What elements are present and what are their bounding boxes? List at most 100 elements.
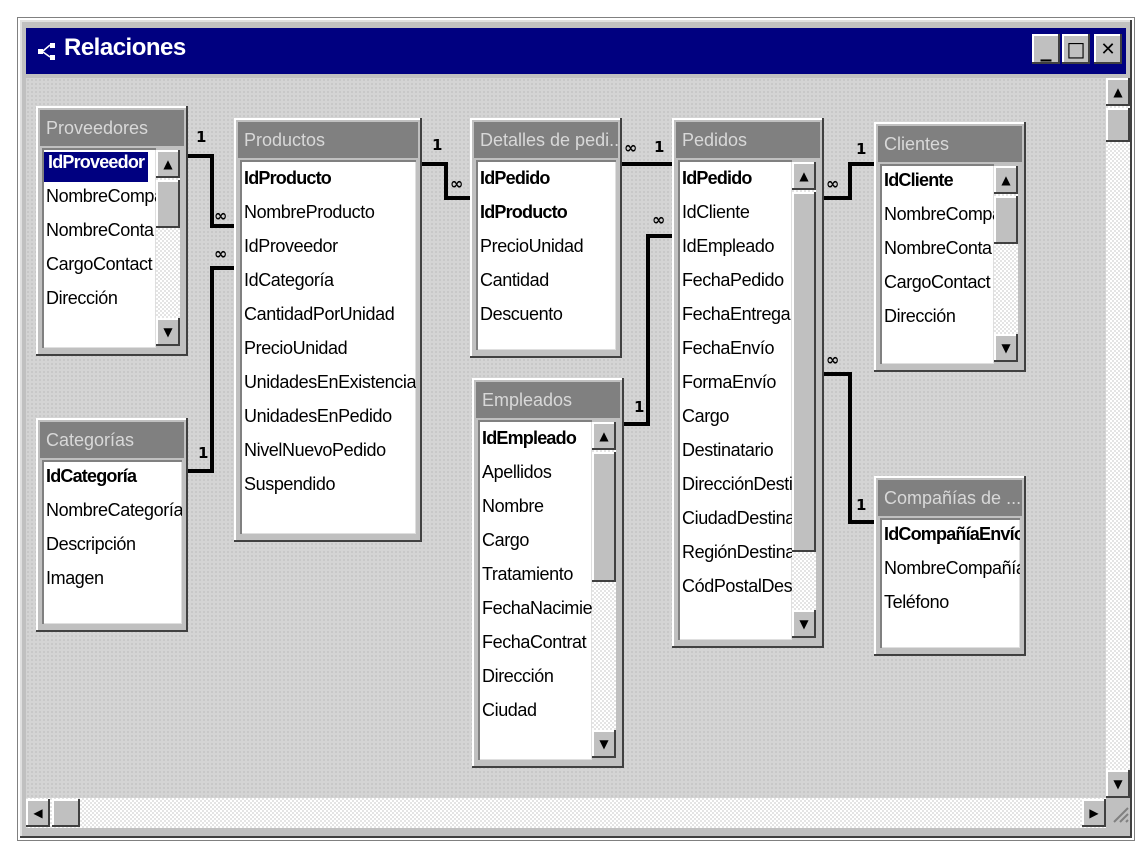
- scroll-right-button[interactable]: ▶: [1082, 799, 1106, 827]
- field-item[interactable]: CantidadPorUnidad: [244, 304, 395, 334]
- vertical-scrollbar[interactable]: ▲ ▼: [1106, 78, 1130, 798]
- field-list[interactable]: IdPedido IdCliente IdEmpleado FechaPedid…: [678, 160, 792, 640]
- field-item[interactable]: IdEmpleado: [482, 428, 577, 458]
- field-item[interactable]: Imagen: [46, 568, 104, 598]
- field-item[interactable]: FechaContrat: [482, 632, 587, 662]
- field-item[interactable]: Suspendido: [244, 474, 335, 504]
- field-item[interactable]: IdEmpleado: [682, 236, 774, 266]
- table-categorias[interactable]: Categorías IdCategoría NombreCategoría D…: [36, 418, 188, 632]
- field-item[interactable]: NombreCompa: [884, 204, 994, 234]
- field-list[interactable]: IdPedido IdProducto PrecioUnidad Cantida…: [476, 160, 616, 350]
- scroll-up-button[interactable]: ▲: [156, 150, 180, 178]
- field-item[interactable]: PrecioUnidad: [480, 236, 584, 266]
- table-companias-envios[interactable]: Compañías de ... IdCompañíaEnvío NombreC…: [874, 476, 1026, 656]
- field-item[interactable]: IdProducto: [480, 202, 568, 232]
- table-title[interactable]: Compañías de ...: [878, 480, 1022, 516]
- scroll-down-button[interactable]: ▼: [994, 334, 1018, 362]
- field-item[interactable]: FormaEnvío: [682, 372, 776, 402]
- maximize-button[interactable]: □: [1062, 34, 1090, 64]
- scroll-thumb[interactable]: [1106, 108, 1130, 142]
- relationships-canvas[interactable]: 1 ∞ ∞ 1 1 ∞ ∞ 1 ∞ 1 ∞ 1 ∞ 1 Proveedores …: [26, 78, 1106, 798]
- field-item[interactable]: Descuento: [480, 304, 563, 334]
- field-item[interactable]: Ciudad: [482, 700, 537, 730]
- field-list[interactable]: IdProducto NombreProducto IdProveedor Id…: [240, 160, 416, 534]
- field-list[interactable]: IdCompañíaEnvío NombreCompañía Teléfono: [880, 518, 1020, 648]
- table-pedidos[interactable]: Pedidos IdPedido IdCliente IdEmpleado Fe…: [672, 118, 824, 648]
- scroll-down-button[interactable]: ▼: [592, 730, 616, 758]
- field-item[interactable]: Teléfono: [884, 592, 949, 622]
- field-item[interactable]: IdProveedor: [244, 236, 338, 266]
- field-item[interactable]: DirecciónDesti: [682, 474, 792, 504]
- field-item[interactable]: UnidadesEnPedido: [244, 406, 392, 436]
- field-item[interactable]: Tratamiento: [482, 564, 573, 594]
- field-item[interactable]: Cargo: [682, 406, 729, 436]
- field-item[interactable]: Apellidos: [482, 462, 552, 492]
- table-empleados[interactable]: Empleados IdEmpleado Apellidos Nombre Ca…: [472, 378, 624, 768]
- table-title[interactable]: Pedidos: [676, 122, 820, 158]
- resize-grip[interactable]: [1106, 798, 1130, 828]
- title-bar[interactable]: Relaciones _ □ ✕: [26, 28, 1126, 74]
- field-item[interactable]: Destinatario: [682, 440, 774, 470]
- field-item[interactable]: NombreConta: [884, 238, 992, 268]
- field-item[interactable]: NombreProducto: [244, 202, 375, 232]
- table-title[interactable]: Empleados: [476, 382, 620, 418]
- field-item[interactable]: PrecioUnidad: [244, 338, 348, 368]
- horizontal-scrollbar[interactable]: ◀ ▶: [26, 798, 1106, 828]
- field-scrollbar[interactable]: ▲ ▼: [592, 422, 616, 758]
- field-scrollbar[interactable]: ▲ ▼: [156, 150, 180, 346]
- close-button[interactable]: ✕: [1094, 34, 1122, 64]
- scroll-up-button[interactable]: ▲: [592, 422, 616, 450]
- minimize-button[interactable]: _: [1032, 34, 1060, 64]
- field-item[interactable]: IdCliente: [682, 202, 750, 232]
- table-title[interactable]: Productos: [238, 122, 418, 158]
- field-list[interactable]: IdCliente NombreCompa NombreConta CargoC…: [880, 164, 994, 364]
- table-title[interactable]: Proveedores: [40, 110, 184, 146]
- field-item[interactable]: IdPedido: [480, 168, 550, 198]
- field-item[interactable]: CargoContact: [46, 254, 153, 284]
- field-item[interactable]: FechaEntrega: [682, 304, 791, 334]
- field-item[interactable]: NombreCompañía: [884, 558, 1020, 588]
- scroll-up-button[interactable]: ▲: [994, 166, 1018, 194]
- scroll-up-button[interactable]: ▲: [792, 162, 816, 190]
- field-item[interactable]: NombreConta: [46, 220, 154, 250]
- field-item[interactable]: NombreCompa: [46, 186, 156, 216]
- scroll-down-button[interactable]: ▼: [792, 610, 816, 638]
- field-list[interactable]: IdProveedor NombreCompa NombreConta Carg…: [42, 148, 156, 348]
- field-item[interactable]: IdPedido: [682, 168, 752, 198]
- field-item[interactable]: IdProducto: [244, 168, 332, 198]
- field-item[interactable]: NombreCategoría: [46, 500, 182, 530]
- table-detalles-pedido[interactable]: Detalles de pedi... IdPedido IdProducto …: [470, 118, 622, 358]
- field-item[interactable]: RegiónDestina: [682, 542, 792, 572]
- field-item[interactable]: Descripción: [46, 534, 136, 564]
- scroll-left-button[interactable]: ◀: [26, 799, 50, 827]
- field-item[interactable]: Nombre: [482, 496, 544, 526]
- field-item[interactable]: Cantidad: [480, 270, 549, 300]
- field-item[interactable]: IdCliente: [884, 170, 954, 200]
- field-item[interactable]: IdCompañíaEnvío: [884, 524, 1020, 554]
- field-item[interactable]: IdCategoría: [46, 466, 137, 496]
- scroll-up-button[interactable]: ▲: [1106, 78, 1130, 106]
- table-proveedores[interactable]: Proveedores IdProveedor NombreCompa Nomb…: [36, 106, 188, 356]
- scroll-down-button[interactable]: ▼: [156, 318, 180, 346]
- scroll-thumb[interactable]: [994, 196, 1018, 244]
- scroll-thumb[interactable]: [792, 192, 816, 552]
- field-item[interactable]: CódPostalDes: [682, 576, 792, 606]
- field-item[interactable]: FechaNacimiei: [482, 598, 592, 628]
- field-item[interactable]: CargoContact: [884, 272, 991, 302]
- field-item[interactable]: Dirección: [482, 666, 554, 696]
- field-list[interactable]: IdEmpleado Apellidos Nombre Cargo Tratam…: [478, 420, 592, 760]
- field-item[interactable]: FechaEnvío: [682, 338, 774, 368]
- table-productos[interactable]: Productos IdProducto NombreProducto IdPr…: [234, 118, 422, 542]
- table-title[interactable]: Categorías: [40, 422, 184, 458]
- field-item[interactable]: FechaPedido: [682, 270, 784, 300]
- scroll-thumb[interactable]: [592, 452, 616, 582]
- field-item[interactable]: Dirección: [884, 306, 956, 336]
- field-item[interactable]: IdProveedor: [44, 152, 149, 182]
- field-item[interactable]: IdCategoría: [244, 270, 334, 300]
- field-list[interactable]: IdCategoría NombreCategoría Descripción …: [42, 460, 182, 624]
- field-item[interactable]: CiudadDestina: [682, 508, 792, 538]
- field-item[interactable]: NivelNuevoPedido: [244, 440, 386, 470]
- scroll-thumb[interactable]: [52, 799, 80, 827]
- field-scrollbar[interactable]: ▲ ▼: [994, 166, 1018, 362]
- field-scrollbar[interactable]: ▲ ▼: [792, 162, 816, 638]
